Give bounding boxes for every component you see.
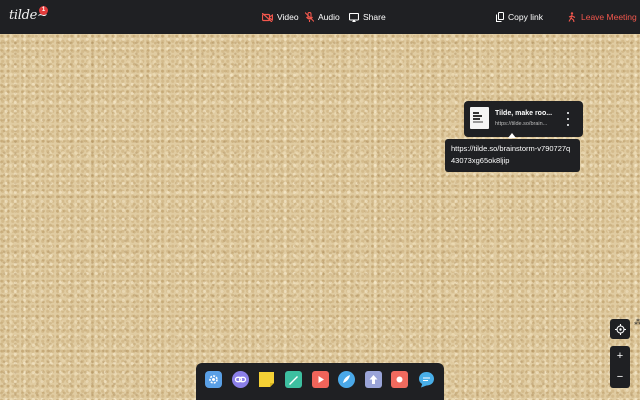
record-icon <box>391 371 409 392</box>
leave-meeting-button[interactable]: Leave Meeting <box>568 0 637 34</box>
chat-tool-button[interactable] <box>418 371 435 392</box>
pen-icon <box>284 371 302 392</box>
draw-tool-button[interactable] <box>338 371 356 392</box>
zoom-out-button[interactable]: − <box>610 367 630 388</box>
sticky-note-tool-button[interactable] <box>258 371 275 392</box>
corkboard-canvas[interactable] <box>0 34 640 400</box>
tooltip-arrow <box>508 133 516 138</box>
copy-icon <box>496 12 504 22</box>
zoom-in-button[interactable]: + <box>610 346 630 367</box>
link-tool-icon <box>231 371 249 392</box>
pen-tool-button[interactable] <box>284 371 302 392</box>
link-preview-card[interactable]: Tilde, make roo... https://tilde.so/brai… <box>464 101 583 137</box>
share-label: Share <box>363 12 386 22</box>
record-tool-button[interactable] <box>391 371 409 392</box>
leave-icon <box>568 12 577 22</box>
sticky-note-icon <box>258 371 275 392</box>
top-bar: tilde~ 1 Video Audio Share Copy link Lea… <box>0 0 640 34</box>
video-off-icon <box>262 12 273 22</box>
link-title: Tilde, make roo... <box>495 110 553 117</box>
leave-meeting-label: Leave Meeting <box>581 12 637 22</box>
audio-label: Audio <box>318 12 340 22</box>
link-url: https://tilde.so/brain... <box>495 121 548 127</box>
recenter-button[interactable] <box>610 319 630 339</box>
copy-link-button[interactable]: Copy link <box>496 0 543 34</box>
zoom-controls: + − <box>610 346 630 388</box>
share-button[interactable]: Share <box>349 0 386 34</box>
more-options-icon[interactable] <box>566 112 570 126</box>
link-thumbnail <box>470 107 489 129</box>
audio-button[interactable]: Audio <box>305 0 340 34</box>
upload-arrow-icon <box>364 371 382 392</box>
play-icon <box>311 371 329 392</box>
video-tool-button[interactable] <box>311 371 329 392</box>
notification-badge[interactable]: 1 <box>39 6 48 15</box>
settings-tool-button[interactable] <box>205 371 222 392</box>
video-label: Video <box>277 12 299 22</box>
video-button[interactable]: Video <box>262 0 299 34</box>
link-tool-button[interactable] <box>231 371 249 392</box>
upload-tool-button[interactable] <box>364 371 382 392</box>
url-tooltip: https://tilde.so/brainstorm-v790727q4307… <box>445 139 580 172</box>
copy-link-label: Copy link <box>508 12 543 22</box>
feather-icon <box>338 371 356 392</box>
screen-share-icon <box>349 12 359 22</box>
settings-tool-icon <box>205 371 222 392</box>
bottom-toolbar <box>196 363 444 400</box>
edge-handle-icon: ⁂ <box>634 318 640 327</box>
mic-off-icon <box>305 12 314 22</box>
chat-bubble-icon <box>418 371 435 392</box>
crosshair-icon <box>614 320 626 339</box>
